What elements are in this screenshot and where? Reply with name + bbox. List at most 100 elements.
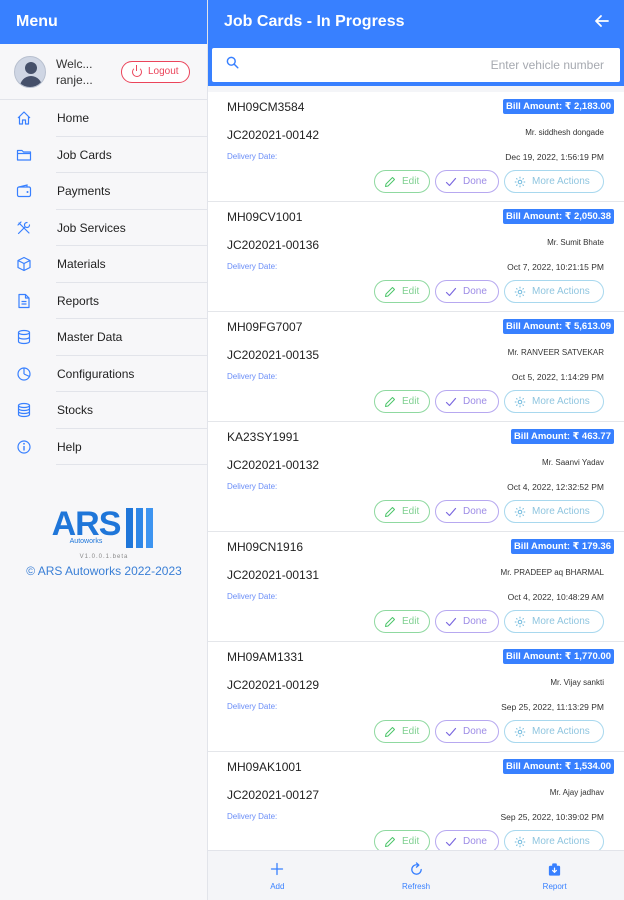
pie-chart-icon: [16, 366, 32, 382]
tab-report[interactable]: Report: [485, 851, 624, 900]
bill-amount-badge: Bill Amount: ₹ 5,613.09: [503, 319, 614, 334]
page-title: Job Cards - In Progress: [224, 13, 405, 30]
vehicle-number: MH09CV1001: [227, 210, 303, 224]
pencil-icon: [384, 286, 396, 298]
edit-button[interactable]: Edit: [374, 500, 430, 523]
job-card[interactable]: MH09CN1916 Bill Amount: ₹ 179.36 JC202021-…: [208, 532, 624, 642]
checkmark-icon: [445, 616, 457, 628]
sidebar-item-configurations[interactable]: Configurations: [0, 356, 207, 393]
card-actions: Edit Done More Actions: [369, 170, 604, 193]
sidebar-item-home[interactable]: Home: [0, 100, 207, 137]
page-header: Job Cards - In Progress: [208, 0, 624, 44]
job-card[interactable]: MH09AM1331 Bill Amount: ₹ 1,770.00 JC20202…: [208, 642, 624, 752]
checkmark-icon: [445, 396, 457, 408]
edit-button[interactable]: Edit: [374, 830, 430, 850]
job-card[interactable]: MH09FG7007 Bill Amount: ₹ 5,613.09 JC20202…: [208, 312, 624, 422]
back-arrow-icon[interactable]: [594, 13, 610, 29]
done-button[interactable]: Done: [435, 170, 499, 193]
tab-refresh[interactable]: Refresh: [347, 851, 486, 900]
edit-button[interactable]: Edit: [374, 720, 430, 743]
sidebar-item-stocks[interactable]: Stocks: [0, 392, 207, 429]
edit-button[interactable]: Edit: [374, 170, 430, 193]
sidebar-item-payments[interactable]: Payments: [0, 173, 207, 210]
job-datetime: Oct 5, 2022, 1:14:29 PM: [511, 372, 604, 382]
done-label: Done: [463, 506, 487, 517]
sidebar-item-job-services[interactable]: Job Services: [0, 210, 207, 247]
checkmark-icon: [445, 286, 457, 298]
plus-icon: [268, 860, 286, 878]
settings-icon: [514, 506, 526, 518]
avatar[interactable]: [14, 55, 46, 88]
sidebar-item-label: Stocks: [57, 403, 94, 418]
job-card-number: JC202021-00129: [227, 678, 320, 692]
sidebar-item-label: Master Data: [57, 330, 123, 345]
sidebar-item-label: Payments: [57, 184, 111, 199]
logo-text: ARS: [51, 505, 122, 543]
done-button[interactable]: Done: [435, 720, 499, 743]
customer-name: Mr. siddhesh dongade: [525, 128, 604, 137]
vehicle-search-input[interactable]: [239, 58, 620, 72]
logout-button[interactable]: Logout: [121, 60, 190, 83]
settings-icon: [514, 176, 526, 188]
more-actions-button[interactable]: More Actions: [504, 390, 604, 413]
done-button[interactable]: Done: [435, 280, 499, 303]
checkmark-icon: [445, 726, 457, 738]
job-card[interactable]: MH09AK1001 Bill Amount: ₹ 1,534.00 JC20202…: [208, 752, 624, 850]
edit-label: Edit: [402, 726, 420, 737]
pencil-icon: [384, 396, 396, 408]
user-info: Welc... ranje... Logout: [0, 44, 207, 100]
checkmark-icon: [445, 506, 457, 518]
more-actions-button[interactable]: More Actions: [504, 610, 604, 633]
cube-icon: [16, 256, 32, 272]
more-actions-button[interactable]: More Actions: [504, 280, 604, 303]
more-actions-label: More Actions: [532, 286, 590, 297]
delivery-date-label: Delivery Date:: [227, 702, 278, 711]
sidebar-item-reports[interactable]: Reports: [0, 283, 207, 320]
settings-icon: [514, 286, 526, 298]
job-card[interactable]: MH09CV1001 Bill Amount: ₹ 2,050.38 JC20202…: [208, 202, 624, 312]
more-actions-button[interactable]: More Actions: [504, 720, 604, 743]
report-icon: [546, 860, 564, 878]
bill-amount-badge: Bill Amount: ₹ 463.77: [510, 429, 614, 444]
sidebar-menu: Menu Welc... ranje... Logout Home Job Ca…: [0, 0, 208, 900]
sidebar-item-job-cards[interactable]: Job Cards: [0, 137, 207, 174]
edit-button[interactable]: Edit: [374, 390, 430, 413]
search-box: [212, 48, 620, 82]
edit-button[interactable]: Edit: [374, 280, 430, 303]
settings-icon: [514, 726, 526, 738]
edit-button[interactable]: Edit: [374, 610, 430, 633]
job-card-number: JC202021-00131: [227, 568, 320, 582]
more-actions-label: More Actions: [532, 506, 590, 517]
logout-label: Logout: [148, 66, 179, 77]
brand-block: ARS Autoworks V1.0.0.1.beta © ARS Autowo…: [0, 505, 208, 578]
more-actions-label: More Actions: [532, 176, 590, 187]
tab-add[interactable]: Add: [208, 851, 347, 900]
customer-name: Mr. RANVEER SATVEKAR: [507, 348, 604, 357]
job-card[interactable]: KA23SY1991 Bill Amount: ₹ 463.77 JC202021-…: [208, 422, 624, 532]
job-card[interactable]: MH09CM3584 Bill Amount: ₹ 2,183.00 JC20202…: [208, 92, 624, 202]
pencil-icon: [384, 616, 396, 628]
folder-icon: [16, 147, 32, 163]
done-button[interactable]: Done: [435, 390, 499, 413]
more-actions-button[interactable]: More Actions: [504, 830, 604, 850]
more-actions-button[interactable]: More Actions: [504, 170, 604, 193]
sidebar-item-help[interactable]: Help: [0, 429, 207, 466]
vehicle-number: MH09AK1001: [227, 760, 302, 774]
sidebar-item-materials[interactable]: Materials: [0, 246, 207, 283]
done-label: Done: [463, 396, 487, 407]
done-button[interactable]: Done: [435, 610, 499, 633]
bill-amount-badge: Bill Amount: ₹ 179.36: [510, 539, 614, 554]
delivery-date-label: Delivery Date:: [227, 372, 278, 381]
job-card-number: JC202021-00136: [227, 238, 320, 252]
sidebar-item-label: Home: [57, 111, 90, 126]
more-actions-button[interactable]: More Actions: [504, 500, 604, 523]
card-actions: Edit Done More Actions: [369, 830, 604, 850]
customer-name: Mr. PRADEEP aq BHARMAL: [500, 568, 604, 577]
done-button[interactable]: Done: [435, 830, 499, 850]
job-datetime: Sep 25, 2022, 10:39:02 PM: [500, 812, 605, 822]
sidebar-item-master-data[interactable]: Master Data: [0, 319, 207, 356]
delivery-date-label: Delivery Date:: [227, 152, 278, 161]
power-icon: [132, 64, 142, 77]
done-button[interactable]: Done: [435, 500, 499, 523]
edit-label: Edit: [402, 286, 420, 297]
